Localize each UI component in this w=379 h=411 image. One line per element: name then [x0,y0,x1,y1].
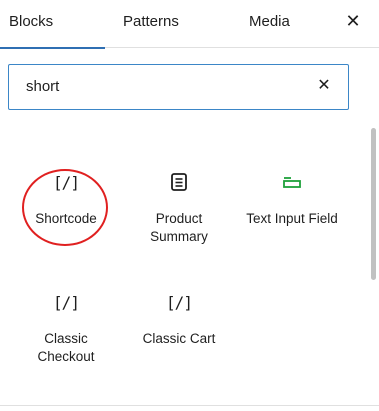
inserter-tabs: Blocks Patterns Media ✕ [0,0,379,49]
block-text-input-field[interactable]: Text Input Field [237,170,347,228]
shortcode-icon: [/] [124,290,234,314]
block-label: Classic Cart [142,331,216,346]
text-input-icon [237,170,347,194]
block-label: Product Summary [150,211,208,244]
block-classic-cart[interactable]: [/] Classic Cart [124,290,234,348]
shortcode-glyph: [/] [166,292,193,312]
search-input[interactable] [26,65,306,108]
block-classic-checkout[interactable]: [/] Classic Checkout [11,290,121,366]
close-icon[interactable]: ✕ [314,76,334,96]
shortcode-glyph: [/] [53,292,80,312]
shortcode-glyph: [/] [53,172,80,192]
block-shortcode[interactable]: [/] Shortcode [11,170,121,228]
block-label: Text Input Field [246,211,338,226]
document-icon [124,170,234,194]
block-product-summary[interactable]: Product Summary [124,170,234,246]
shortcode-icon: [/] [11,170,121,194]
close-icon[interactable]: ✕ [343,10,363,32]
scrollbar[interactable] [371,128,376,280]
block-inserter-panel: Blocks Patterns Media ✕ ✕ [/] Shortcode … [0,0,379,411]
block-label: Classic Checkout [37,331,95,364]
tab-blocks[interactable]: Blocks [0,0,105,49]
divider [0,405,379,406]
shortcode-icon: [/] [11,290,121,314]
block-label: Shortcode [35,211,97,226]
tab-media[interactable]: Media [249,0,290,48]
tab-patterns[interactable]: Patterns [123,0,179,48]
search-box: ✕ [8,64,349,110]
